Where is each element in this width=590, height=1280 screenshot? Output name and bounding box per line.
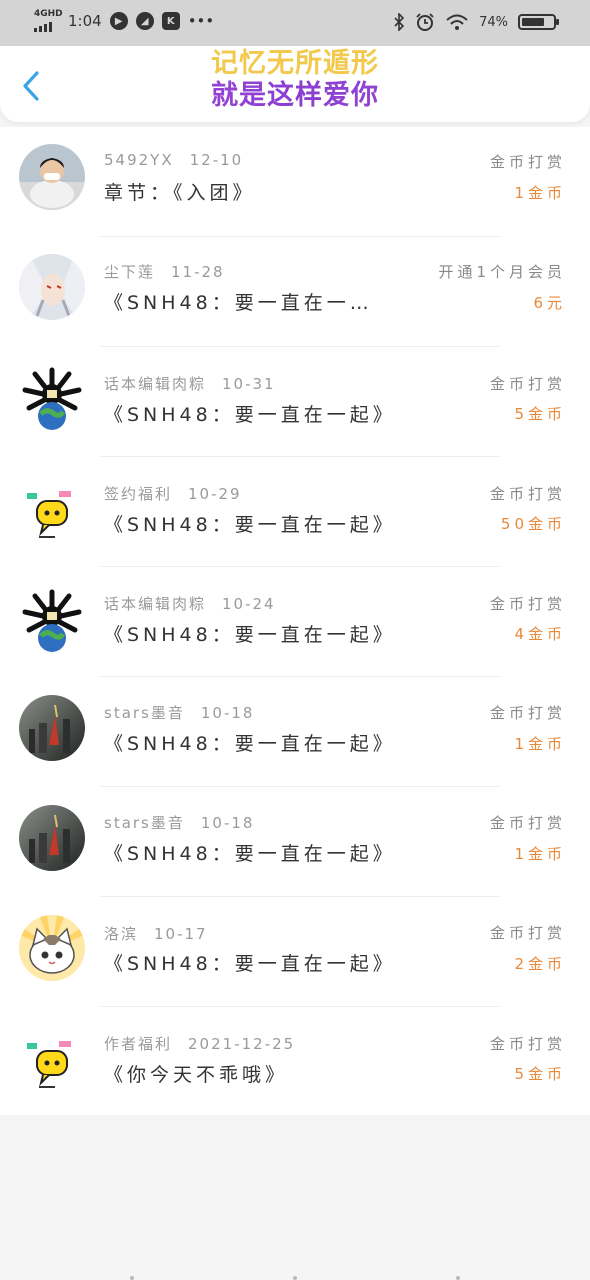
list-item[interactable]: 尘下莲 11-28 《SNH48：要一直在一… 开通1个月会员 6元: [0, 237, 590, 347]
user-name: stars墨音: [104, 704, 185, 722]
list-item[interactable]: 话本编辑肉粽 10-24 《SNH48：要一直在一起》 金币打赏 4金币: [0, 567, 590, 677]
chapter-title: 《SNH48：要一直在一起》: [104, 843, 396, 865]
reward-amount: 1金币: [514, 735, 566, 753]
reward-type: 金币打赏: [489, 375, 566, 393]
list-item[interactable]: 5492YX 12-10 章节：《入团》 金币打赏 1金币: [0, 127, 590, 237]
record-date: 10-24: [222, 595, 276, 613]
list-item[interactable]: 签约福利 10-29 《SNH48：要一直在一起》 金币打赏 50金币: [0, 457, 590, 567]
page-title: 记忆无所遁形 就是这样爱你: [0, 48, 590, 112]
page-title-line2: 就是这样爱你: [0, 80, 590, 112]
record-date: 10-17: [154, 925, 208, 943]
reward-type: 金币打赏: [489, 1035, 566, 1053]
record-date: 12-10: [189, 151, 244, 169]
reward-record-list: 5492YX 12-10 章节：《入团》 金币打赏 1金币 尘下莲 11-28 《S…: [0, 127, 590, 1115]
status-time: 1:04: [68, 12, 102, 30]
reward-amount: 4金币: [514, 625, 566, 643]
chapter-title: 《SNH48：要一直在一…: [104, 292, 373, 314]
avatar[interactable]: [19, 915, 85, 981]
page-title-line1: 记忆无所遁形: [211, 48, 379, 79]
avatar[interactable]: [19, 805, 85, 871]
record-date: 10-29: [188, 485, 242, 503]
avatar[interactable]: [19, 588, 85, 654]
chapter-title: 《SNH48：要一直在一起》: [104, 953, 396, 975]
reward-amount: 1金币: [514, 845, 566, 863]
battery-percent: 74%: [479, 14, 508, 30]
cellular-signal-icon: 4GHD: [34, 9, 63, 32]
status-bar: 4GHD 1:04 ▶ ◢ K ••• 74%: [0, 0, 590, 46]
user-name: 洛滨: [104, 925, 139, 943]
record-date: 10-18: [200, 704, 255, 722]
user-name: 5492YX: [104, 151, 174, 169]
user-name: 尘下莲: [104, 263, 156, 281]
reward-type: 金币打赏: [489, 485, 566, 503]
compass-app-icon: ◢: [135, 12, 154, 30]
reward-amount: 50金币: [500, 515, 566, 533]
reward-type: 金币打赏: [489, 153, 566, 171]
chapter-title: 《SNH48：要一直在一起》: [104, 514, 396, 536]
avatar[interactable]: [19, 366, 85, 432]
reward-amount: 1金币: [514, 184, 566, 202]
list-item[interactable]: stars墨音 10-18 《SNH48：要一直在一起》 金币打赏 1金币: [0, 677, 590, 787]
avatar[interactable]: [19, 695, 85, 761]
reward-type: 金币打赏: [489, 595, 566, 613]
avatar[interactable]: [19, 481, 85, 547]
reward-type: 开通1个月会员: [438, 263, 566, 281]
list-item[interactable]: 洛滨 10-17 《SNH48：要一直在一起》 金币打赏 2金币: [0, 897, 590, 1007]
record-date: 10-31: [222, 375, 276, 393]
reward-amount: 6元: [533, 294, 566, 312]
list-item[interactable]: stars墨音 10-18 《SNH48：要一直在一起》 金币打赏 1金币: [0, 787, 590, 897]
record-date: 10-18: [200, 814, 255, 832]
network-type: 4GHD: [34, 9, 63, 19]
user-name: 话本编辑肉粽: [104, 375, 207, 393]
reward-amount: 5金币: [514, 1065, 566, 1083]
record-date: 2021-12-25: [188, 1035, 296, 1053]
reward-type: 金币打赏: [489, 704, 566, 722]
bluetooth-icon: [394, 13, 405, 31]
battery-icon: [518, 14, 559, 30]
chapter-title: 《你今天不乖哦》: [104, 1064, 289, 1086]
avatar[interactable]: [19, 144, 85, 210]
video-app-icon: ▶: [109, 12, 128, 30]
chapter-title: 《SNH48：要一直在一起》: [104, 404, 396, 426]
chapter-title: 章节：《入团》: [104, 182, 256, 204]
user-name: stars墨音: [104, 814, 185, 832]
chapter-title: 《SNH48：要一直在一起》: [104, 624, 396, 646]
reward-amount: 5金币: [514, 405, 566, 423]
wifi-icon: [446, 14, 468, 30]
user-name: 作者福利: [104, 1035, 173, 1053]
avatar[interactable]: [19, 1031, 85, 1097]
avatar[interactable]: [19, 254, 85, 320]
record-date: 11-28: [171, 263, 225, 281]
navigation-indicator: [0, 1276, 590, 1280]
header: 记忆无所遁形 就是这样爱你: [0, 46, 590, 122]
list-item[interactable]: 作者福利 2021-12-25 《你今天不乖哦》 金币打赏 5金币: [0, 1007, 590, 1117]
user-name: 签约福利: [104, 485, 173, 503]
k-app-icon: K: [161, 12, 180, 30]
alarm-icon: [416, 13, 434, 31]
reward-amount: 2金币: [514, 955, 566, 973]
chapter-title: 《SNH48：要一直在一起》: [104, 733, 396, 755]
list-item[interactable]: 话本编辑肉粽 10-31 《SNH48：要一直在一起》 金币打赏 5金币: [0, 347, 590, 457]
user-name: 话本编辑肉粽: [104, 595, 207, 613]
reward-type: 金币打赏: [489, 814, 566, 832]
more-notifications-icon: •••: [187, 12, 215, 30]
reward-type: 金币打赏: [489, 924, 566, 942]
